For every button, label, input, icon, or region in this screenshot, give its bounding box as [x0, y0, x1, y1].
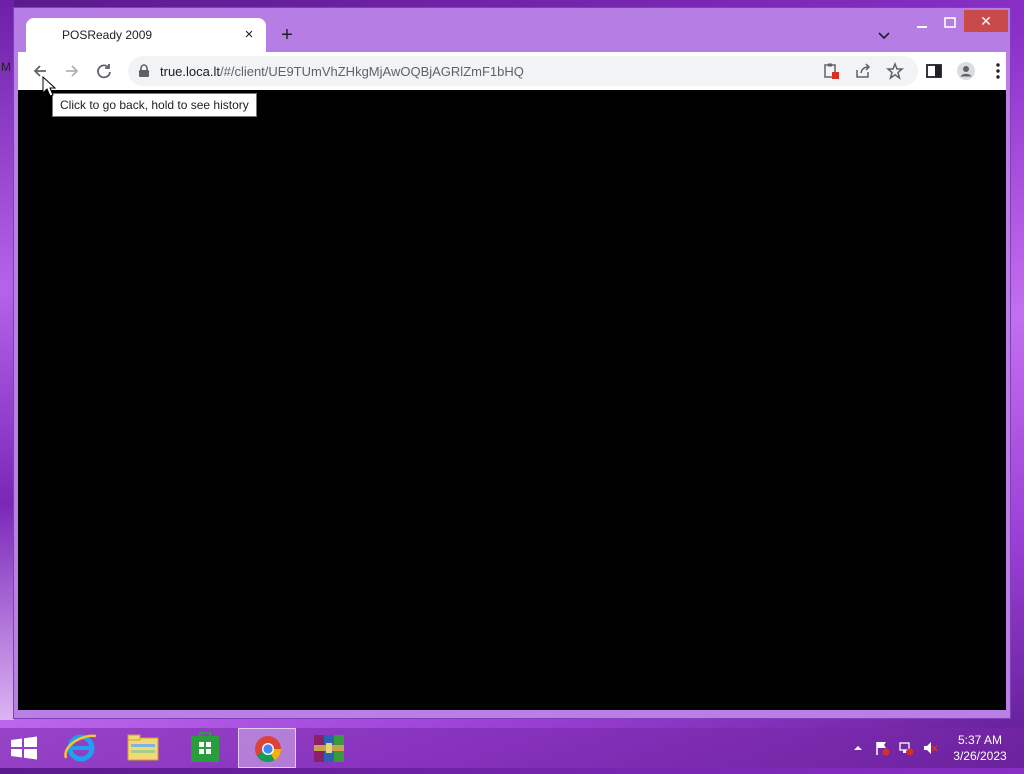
start-button[interactable]: [0, 728, 48, 768]
back-button-tooltip: Click to go back, hold to see history: [52, 93, 257, 117]
lock-icon[interactable]: [138, 64, 150, 78]
clock-date: 3/26/2023: [953, 749, 1007, 763]
chrome-taskbar-button[interactable]: [238, 728, 296, 768]
folder-icon: [127, 734, 159, 761]
side-panel-icon[interactable]: [924, 61, 944, 81]
desktop-icon-label-fragment: M: [1, 60, 11, 74]
new-tab-button[interactable]: +: [276, 25, 298, 47]
url-text[interactable]: true.loca.lt/#/client/UE9TUmVhZHkgMjAwOQ…: [160, 64, 524, 79]
clock-time: 5:37 AM: [957, 733, 1003, 747]
tab-title: POSReady 2009: [62, 28, 153, 42]
winrar-icon: [314, 735, 344, 762]
browser-tab[interactable]: POSReady 2009 ×: [26, 18, 266, 52]
minimize-icon[interactable]: [910, 12, 934, 34]
reload-icon[interactable]: [94, 61, 114, 81]
windows-logo-icon: [11, 736, 37, 760]
taskbar: 5:37 AM 3/26/2023: [0, 728, 1024, 768]
tab-close-icon[interactable]: ×: [240, 26, 258, 44]
address-bar[interactable]: true.loca.lt/#/client/UE9TUmVhZHkgMjAwOQ…: [128, 56, 918, 86]
clipboard-blocked-icon[interactable]: [822, 62, 840, 80]
maximize-icon[interactable]: [938, 12, 962, 34]
internet-explorer-icon: [64, 734, 97, 762]
url-path: /#/client/UE9TUmVhZHkgMjAwOQBjAGRlZmF1bH…: [219, 64, 524, 79]
title-bar: POSReady 2009 × + ✕: [14, 8, 1010, 52]
action-center-flag-icon[interactable]: [874, 740, 890, 756]
winrar-taskbar-button[interactable]: [300, 728, 358, 768]
tab-search-icon[interactable]: [876, 27, 892, 43]
url-host: true.loca.lt: [160, 64, 220, 79]
file-explorer-taskbar-button[interactable]: [114, 728, 172, 768]
taskbar-clock[interactable]: 5:37 AM 3/26/2023: [948, 732, 1012, 764]
desktop-wallpaper-edge: [0, 0, 14, 720]
mouse-cursor-icon: [42, 76, 56, 97]
forward-arrow-icon[interactable]: [62, 61, 82, 81]
chrome-icon: [255, 736, 282, 763]
show-hidden-icons-icon[interactable]: [850, 740, 866, 756]
browser-toolbar: true.loca.lt/#/client/UE9TUmVhZHkgMjAwOQ…: [18, 52, 1006, 90]
close-window-button[interactable]: ✕: [964, 10, 1008, 32]
network-icon[interactable]: [898, 740, 914, 756]
store-taskbar-button[interactable]: [176, 728, 234, 768]
volume-muted-icon[interactable]: [922, 740, 938, 756]
profile-icon[interactable]: [956, 61, 976, 81]
internet-explorer-taskbar-button[interactable]: [52, 728, 110, 768]
kebab-menu-icon[interactable]: [988, 61, 1008, 81]
remote-desktop-viewport[interactable]: [18, 90, 1006, 710]
store-icon: [191, 732, 219, 762]
share-icon[interactable]: [854, 62, 872, 80]
bookmark-star-icon[interactable]: [886, 62, 904, 80]
